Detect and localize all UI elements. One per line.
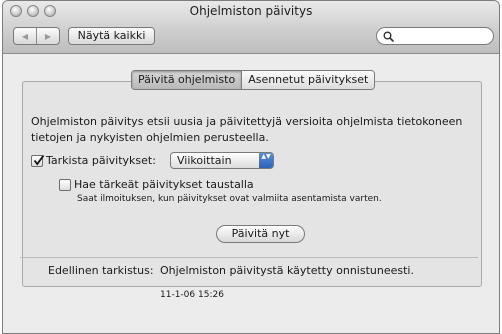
- show-all-button[interactable]: Näytä kaikki: [68, 27, 155, 45]
- back-arrow-icon: ◀: [21, 31, 29, 41]
- last-check-status: Ohjelmiston päivitystä käytetty onnistun…: [160, 264, 414, 277]
- frequency-popup[interactable]: Viikoittain ▲▼: [170, 152, 274, 169]
- divider: [20, 257, 478, 258]
- window-title: Ohjelmiston päivitys: [189, 4, 313, 18]
- tab-bar: Päivitä ohjelmisto Asennetut päivitykset: [131, 70, 376, 90]
- background-download-checkbox[interactable]: [59, 178, 71, 191]
- popup-arrows-icon: ▲▼: [259, 153, 273, 168]
- title-bar: Ohjelmiston päivitys ◀ ▶ Näytä kaikki: [3, 1, 499, 54]
- back-forward-control: ◀ ▶: [13, 27, 60, 45]
- check-updates-row: Tarkista päivitykset:: [31, 152, 156, 169]
- search-icon: [383, 31, 394, 42]
- background-download-note: Saat ilmoituksen, kun päivitykset ovat v…: [77, 194, 382, 204]
- check-now-button[interactable]: Päivitä nyt: [216, 225, 305, 243]
- check-updates-label: Tarkista päivitykset:: [46, 154, 156, 167]
- forward-button[interactable]: ▶: [36, 28, 59, 44]
- description-text: Ohjelmiston päivitys etsii uusia ja päiv…: [31, 115, 463, 144]
- check-updates-checkbox[interactable]: [31, 154, 45, 167]
- last-check-time: 11-1-06 15:26: [160, 290, 224, 300]
- last-check-label: Edellinen tarkistus:: [48, 264, 154, 277]
- back-button[interactable]: ◀: [14, 28, 36, 44]
- tab-installed-updates[interactable]: Asennetut päivitykset: [241, 71, 375, 89]
- frequency-value: Viikoittain: [177, 154, 232, 167]
- tab-update-software[interactable]: Päivitä ohjelmisto: [132, 71, 242, 89]
- search-field[interactable]: [376, 27, 494, 45]
- forward-arrow-icon: ▶: [44, 31, 52, 41]
- background-download-row: Hae tärkeät päivitykset taustalla: [59, 178, 254, 191]
- background-download-label: Hae tärkeät päivitykset taustalla: [74, 178, 254, 191]
- checkmark-icon: [33, 154, 45, 165]
